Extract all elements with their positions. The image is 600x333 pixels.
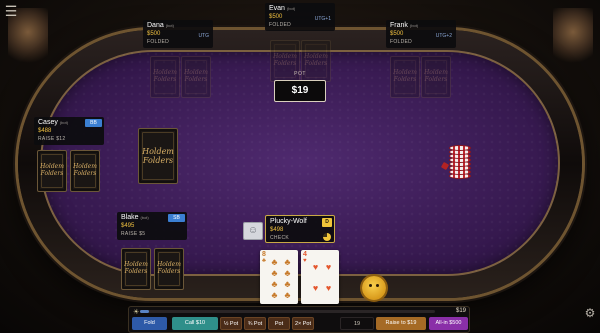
position-label: UTG <box>198 33 209 39</box>
player-name: Dana <box>147 22 164 29</box>
folded-card-back: Holdem Folders <box>421 56 451 98</box>
player-name: Plucky-Wolf <box>270 218 307 225</box>
position-label: UTG+1 <box>314 16 331 22</box>
clubs-suit-icon: ♣ <box>262 258 266 264</box>
clubs-pip-icon: ♣ <box>271 289 278 300</box>
bot-tag: (bot) <box>140 215 149 220</box>
clubs-pip-icon: ♣ <box>284 267 291 278</box>
player-chips: $495 <box>121 223 135 229</box>
clubs-pip-icon: ♣ <box>284 256 291 267</box>
player-name: Frank <box>390 22 408 29</box>
bet-amount-field[interactable]: 19 <box>340 317 374 330</box>
casey-card-back: Holdem Folders <box>70 150 100 192</box>
turn-timer-icon <box>323 233 331 241</box>
chip <box>449 145 471 151</box>
call-button[interactable]: Call $10 <box>172 317 218 330</box>
player-name: Casey <box>38 119 58 126</box>
player-name: Evan <box>269 5 285 12</box>
bet-slider[interactable] <box>140 310 435 313</box>
card-pips: ♥ ♥ ♥ ♥ <box>309 256 335 298</box>
player-status: RAISE $12 <box>38 136 66 142</box>
player-status: CHECK <box>270 235 290 241</box>
pot-label: POT <box>294 71 306 77</box>
small-blind-badge: SB <box>168 214 185 222</box>
clubs-pip-icon: ♣ <box>271 256 278 267</box>
player-chips: $498 <box>270 227 284 233</box>
pot-value: $19 <box>291 85 309 96</box>
mascot-eye <box>369 284 372 287</box>
card-pips: ♣ ♣ ♣ ♣ ♣ ♣ ♣ ♣ <box>268 256 294 300</box>
wall-lamp-right <box>553 8 593 68</box>
hearts-pip-icon: ♥ <box>325 261 332 272</box>
mascot-eye <box>376 284 379 287</box>
player-status: RAISE $5 <box>121 231 146 237</box>
hearts-pip-icon: ♥ <box>325 282 332 293</box>
bot-tag: (bot) <box>59 120 69 125</box>
card-rank: 4 <box>303 251 307 258</box>
clubs-pip-icon: ♣ <box>271 278 278 289</box>
bet-slider-fill <box>140 310 149 313</box>
player-panel-frank: Frank (bot) $500 FOLDED UTG+2 <box>386 20 456 48</box>
hearts-pip-icon: ♥ <box>312 261 319 272</box>
player-panel-evan: Evan (bot) $500 FOLDED UTG+1 <box>265 3 335 31</box>
mascot-icon <box>362 276 386 300</box>
big-blind-badge: BB <box>85 119 102 127</box>
raise-button[interactable]: Raise to $19 <box>376 317 426 330</box>
hero-card-2: 4 ♥ ♥ ♥ ♥ ♥ <box>301 250 339 304</box>
clubs-pip-icon: ♣ <box>284 289 291 300</box>
slider-max-label: $19 <box>456 308 467 314</box>
position-label: UTG+2 <box>435 33 452 39</box>
hearts-pip-icon: ♥ <box>312 282 319 293</box>
clubs-pip-icon: ♣ <box>271 267 278 278</box>
deck-card-back: Holdem Folders <box>138 128 178 184</box>
sun-icon: ☀ <box>133 309 140 316</box>
three-quarter-pot-button[interactable]: ¾ Pot <box>244 317 266 330</box>
player-panel-dana: Dana (bot) $500 FOLDED UTG <box>143 20 213 48</box>
card-rank: 8 <box>262 251 266 258</box>
player-panel-hero: Plucky-Wolf $498 CHECK D <box>265 215 335 243</box>
folded-card-back: Holdem Folders <box>150 56 180 98</box>
pot-button[interactable]: Pot <box>268 317 290 330</box>
fold-button[interactable]: Fold <box>132 317 167 330</box>
player-avatar: ☺ <box>243 222 263 240</box>
all-in-button[interactable]: All-in $500 <box>429 317 468 330</box>
bot-tag: (bot) <box>165 23 174 28</box>
pot-display: POT $19 <box>274 71 326 102</box>
hero-card-1: 8 ♣ ♣ ♣ ♣ ♣ ♣ ♣ ♣ ♣ <box>260 250 298 304</box>
clubs-pip-icon: ♣ <box>284 278 291 289</box>
hamburger-menu-icon[interactable]: ☰ <box>2 2 20 20</box>
folded-card-back: Holdem Folders <box>390 56 420 98</box>
dealer-button-badge: D <box>322 218 332 227</box>
player-name: Blake <box>121 214 139 221</box>
chip-stack <box>449 143 471 179</box>
two-pot-button[interactable]: 2× Pot <box>292 317 314 330</box>
bot-tag: (bot) <box>409 23 419 28</box>
player-panel-blake: Blake (bot) $495 RAISE $5 SB <box>117 212 187 240</box>
bot-tag: (bot) <box>286 6 296 11</box>
folded-card-back: Holdem Folders <box>181 56 211 98</box>
player-chips: $488 <box>38 128 52 134</box>
half-pot-button[interactable]: ½ Pot <box>220 317 242 330</box>
casey-card-back: Holdem Folders <box>37 150 67 192</box>
player-panel-casey: Casey (bot) $488 RAISE $12 BB <box>34 117 104 145</box>
hearts-suit-icon: ♥ <box>303 258 307 264</box>
user-icon: ☺ <box>247 225 259 236</box>
blake-card-back: Holdem Folders <box>154 248 184 290</box>
gear-icon[interactable]: ⚙ <box>583 306 597 320</box>
blake-card-back: Holdem Folders <box>121 248 151 290</box>
